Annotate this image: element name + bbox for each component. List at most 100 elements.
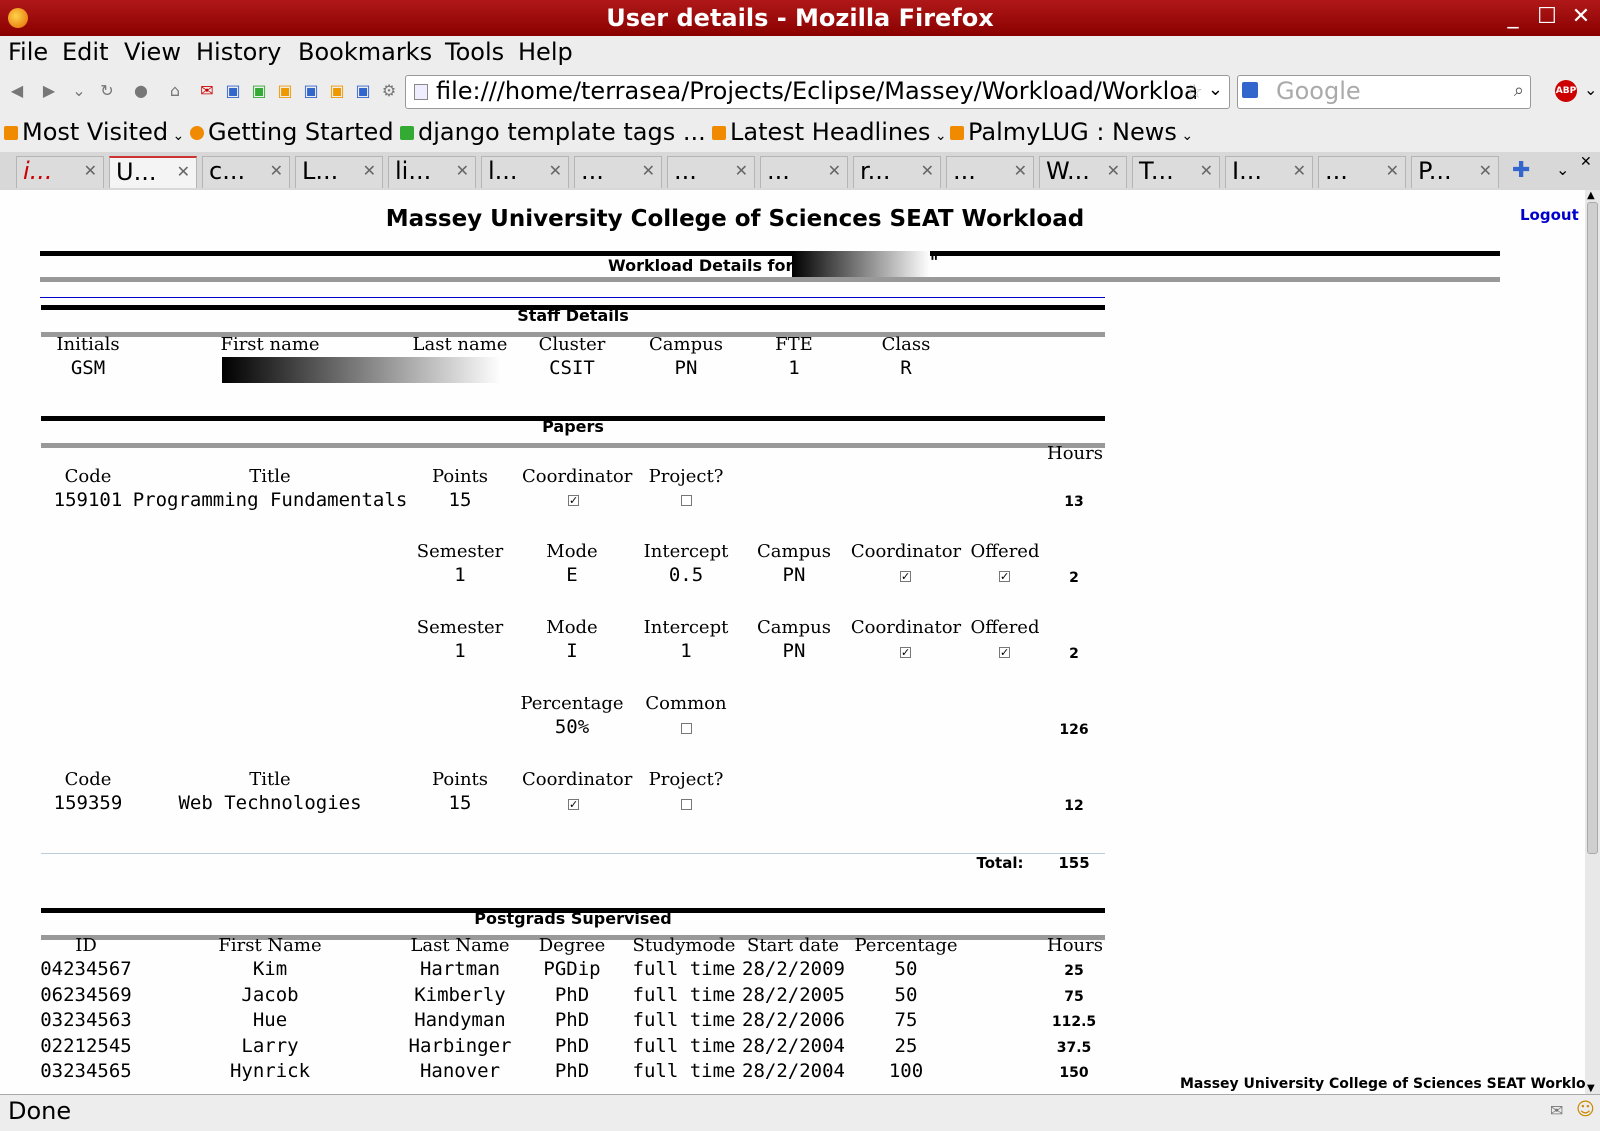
close-tab-icon[interactable]: ✕ (456, 161, 469, 180)
bookmark-label: django template tags ... (418, 118, 706, 146)
menu-view[interactable]: View (124, 38, 181, 66)
settings-icon[interactable]: ⚙ (380, 82, 398, 100)
pg-header-studymode: Studymode (632, 935, 736, 956)
offering-coordinator-checkbox[interactable]: ✓ (900, 647, 911, 658)
home-icon[interactable]: ⌂ (166, 82, 184, 100)
close-tab-icon[interactable]: ✕ (642, 161, 655, 180)
close-tab-icon[interactable]: ✕ (1200, 161, 1213, 180)
calendar-icon[interactable]: ▣ (302, 82, 320, 100)
scroll-down-icon[interactable]: ▼ (1587, 1083, 1595, 1094)
adblock-dropdown-icon[interactable]: ⌄ (1584, 80, 1597, 99)
divider (40, 297, 1105, 298)
addon-icon[interactable]: ✉ (1550, 1101, 1563, 1120)
stop-icon[interactable]: ● (132, 82, 150, 100)
delicious-icon[interactable]: ▣ (354, 82, 372, 100)
project-checkbox[interactable] (681, 799, 692, 810)
menu-tools[interactable]: Tools (445, 38, 504, 66)
tab-16[interactable]: P... ✕ (1411, 156, 1499, 188)
offering-offered-checkbox[interactable]: ✓ (999, 571, 1010, 582)
search-icon[interactable]: ⌕ (1514, 80, 1524, 101)
google-icon[interactable]: ▣ (250, 82, 268, 100)
bookmark-getting-started[interactable]: Getting Started (190, 118, 394, 146)
project-checkbox[interactable] (681, 495, 692, 506)
close-tab-icon[interactable]: ✕ (735, 161, 748, 180)
url-text[interactable]: file:///home/terrasea/Projects/Eclipse/M… (436, 77, 1196, 105)
tab-7[interactable]: ... ✕ (574, 156, 662, 188)
coordinator-checkbox[interactable]: ✓ (568, 799, 579, 810)
bookmark-palmylug[interactable]: PalmyLUG : News ⌄ (950, 118, 1193, 146)
tab-2[interactable]: U... ✕ (109, 156, 197, 188)
url-bar[interactable]: file:///home/terrasea/Projects/Eclipse/M… (405, 75, 1230, 109)
close-tab-icon[interactable]: ✕ (1107, 161, 1120, 180)
history-dropdown-icon[interactable]: ⌄ (70, 82, 88, 100)
close-tab-icon[interactable]: ✕ (921, 161, 934, 180)
bookmark-label: Latest Headlines (730, 118, 931, 146)
search-input[interactable]: Google (1276, 77, 1361, 105)
offering-coordinator-checkbox[interactable]: ✓ (900, 571, 911, 582)
offering-offered-checkbox[interactable]: ✓ (999, 647, 1010, 658)
close-tab-icon[interactable]: ✕ (828, 161, 841, 180)
bookmark-latest-headlines[interactable]: Latest Headlines ⌄ (712, 118, 947, 146)
close-tab-icon[interactable]: ✕ (1293, 161, 1306, 180)
pg-cell-degree: PhD (554, 1034, 590, 1057)
tab-14[interactable]: I... ✕ (1225, 156, 1313, 188)
tab-12[interactable]: W... ✕ (1039, 156, 1127, 188)
pg-cell-pct: 25 (894, 1034, 918, 1057)
common-checkbox[interactable] (681, 723, 692, 734)
forward-icon[interactable]: ▶ (40, 82, 58, 100)
menu-bookmarks[interactable]: Bookmarks (298, 38, 432, 66)
url-dropdown-icon[interactable]: ⌄ (1208, 79, 1223, 100)
search-bar[interactable]: Google ⌕ (1237, 75, 1531, 109)
logout-link[interactable]: Logout (1520, 206, 1579, 224)
close-tab-icon[interactable]: ✕ (177, 162, 190, 181)
bookmark-most-visited[interactable]: Most Visited ⌄ (4, 118, 184, 146)
menu-help[interactable]: Help (518, 38, 573, 66)
search-engine-icon[interactable] (1242, 82, 1258, 98)
reload-icon[interactable]: ↻ (98, 82, 116, 100)
close-tab-icon[interactable]: ✕ (1479, 161, 1492, 180)
close-tab-icon[interactable]: ✕ (1386, 161, 1399, 180)
maximize-button[interactable]: ☐ (1534, 6, 1560, 30)
menu-history[interactable]: History (196, 38, 281, 66)
tab-8[interactable]: ... ✕ (667, 156, 755, 188)
close-tab-icon[interactable]: ✕ (84, 161, 97, 180)
close-tab-icon[interactable]: ✕ (549, 161, 562, 180)
tab-list-icon[interactable]: ⌄ (1556, 160, 1569, 179)
google-icon (400, 126, 414, 140)
adblock-icon[interactable]: ABP (1555, 80, 1577, 102)
vertical-scrollbar[interactable]: ▲ ▼ (1585, 190, 1600, 1094)
workload-details-label: Workload Details for " (608, 256, 807, 275)
tab-9[interactable]: ... ✕ (760, 156, 848, 188)
close-window-button[interactable]: ✕ (1568, 6, 1594, 30)
menu-file[interactable]: File (8, 38, 48, 66)
tab-3[interactable]: c... ✕ (202, 156, 290, 188)
tab-11[interactable]: ... ✕ (946, 156, 1034, 188)
scroll-up-icon[interactable]: ▲ (1587, 190, 1595, 201)
tab-13[interactable]: T... ✕ (1132, 156, 1220, 188)
star-icon[interactable]: ☆ (1185, 79, 1203, 103)
bookmark-django[interactable]: django template tags ... (400, 118, 706, 146)
tab-4[interactable]: L... ✕ (295, 156, 383, 188)
greasemonkey-icon[interactable]: ☺ (1576, 1099, 1595, 1120)
minimize-button[interactable]: _ (1500, 6, 1526, 30)
close-tab-icon[interactable]: ✕ (1014, 161, 1027, 180)
tab-6[interactable]: l... ✕ (481, 156, 569, 188)
pg-cell-hours: 112.5 (1051, 1014, 1097, 1030)
close-tab-icon[interactable]: ✕ (363, 161, 376, 180)
offering-header-mode: Mode (546, 541, 598, 562)
coordinator-checkbox[interactable]: ✓ (568, 495, 579, 506)
wiki-icon[interactable]: ▣ (328, 82, 346, 100)
menu-edit[interactable]: Edit (62, 38, 108, 66)
close-tab-icon[interactable]: ✕ (270, 161, 283, 180)
tab-15[interactable]: ... ✕ (1318, 156, 1406, 188)
back-icon[interactable]: ◀ (8, 82, 26, 100)
tab-1[interactable]: i... ✕ (16, 156, 104, 188)
tab-10[interactable]: r... ✕ (853, 156, 941, 188)
docs-icon[interactable]: ▣ (224, 82, 242, 100)
tab-5[interactable]: li... ✕ (388, 156, 476, 188)
scrollbar-thumb[interactable] (1587, 202, 1598, 854)
gmail-icon[interactable]: ✉ (198, 82, 216, 100)
photos-icon[interactable]: ▣ (276, 82, 294, 100)
new-tab-icon[interactable]: ✚ (1512, 158, 1530, 183)
close-tab-bar-icon[interactable]: ✕ (1580, 154, 1592, 170)
